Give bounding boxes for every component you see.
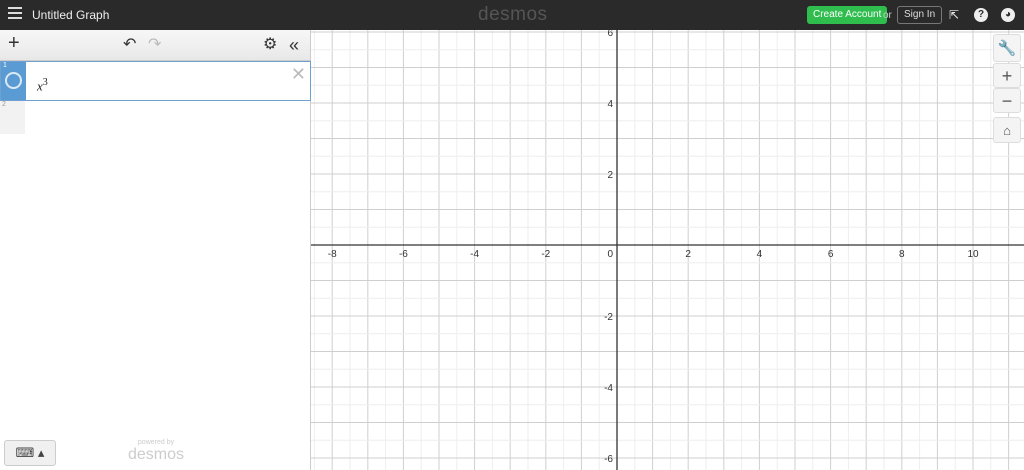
expression-tab[interactable]: 1 (1, 62, 26, 100)
expression-row[interactable]: 1 x3 ✕ (0, 61, 311, 101)
expression-toolbar: + ↶ ↷ ⚙ « (0, 30, 310, 61)
y-tick-label: -4 (604, 383, 613, 394)
create-account-button[interactable]: Create Account (807, 6, 888, 24)
undo-icon[interactable]: ↶ (123, 36, 136, 54)
home-zoom-button[interactable]: ⌂ (993, 117, 1021, 143)
zoom-out-button[interactable]: − (993, 88, 1021, 113)
graph-settings-wrench-icon[interactable]: 🔧 (993, 34, 1021, 62)
settings-gear-icon[interactable]: ⚙ (263, 36, 277, 54)
x-tick-label: 2 (685, 249, 691, 260)
x-tick-label: -2 (541, 249, 550, 260)
y-tick-label: -6 (604, 454, 613, 465)
x-tick-label: -6 (399, 249, 408, 260)
y-tick-label: 4 (607, 99, 613, 110)
powered-logo: desmos (128, 446, 185, 463)
expression-input[interactable]: x3 (37, 77, 48, 94)
graph-title[interactable]: Untitled Graph (32, 8, 109, 22)
x-tick-label: 6 (828, 249, 834, 260)
visibility-toggle-icon[interactable] (5, 72, 22, 89)
origin-label: 0 (607, 249, 613, 260)
top-bar: Untitled Graph desmos Create Account or … (0, 0, 1024, 30)
expression-panel: + ↶ ↷ ⚙ « 1 x3 ✕ 2 ⌨ ▴ powered by desmos (0, 30, 311, 470)
add-expression-icon[interactable]: + (8, 33, 20, 53)
y-tick-label: 6 (607, 30, 613, 39)
y-tick-label: -2 (604, 312, 613, 323)
x-tick-label: 10 (967, 249, 979, 260)
expression-index: 1 (3, 62, 7, 69)
keyboard-toggle-button[interactable]: ⌨ ▴ (4, 440, 56, 466)
expression-exponent: 3 (42, 77, 48, 88)
help-icon[interactable]: ? (974, 8, 988, 22)
x-tick-label: -4 (470, 249, 479, 260)
or-label: or (883, 10, 892, 21)
x-tick-label: 4 (757, 249, 763, 260)
zoom-in-button[interactable]: + (993, 63, 1021, 88)
menu-icon[interactable] (8, 7, 22, 21)
y-tick-label: 2 (607, 170, 613, 181)
delete-expression-icon[interactable]: ✕ (291, 64, 306, 85)
powered-by-label: powered by (137, 439, 175, 446)
graph-canvas[interactable]: -8 -6 -4 -2 2 4 6 8 10 6 4 2 -2 -4 -6 0 (311, 30, 1024, 470)
powered-by-desmos: powered by desmos (128, 439, 184, 464)
collapse-panel-icon[interactable]: « (289, 36, 299, 54)
globe-icon[interactable]: ◕ (1001, 8, 1015, 22)
desmos-logo: desmos (478, 4, 548, 25)
share-icon[interactable]: ⇱ (947, 8, 961, 22)
empty-expression-row[interactable]: 2 (0, 101, 25, 134)
expression-index: 2 (2, 101, 6, 108)
x-tick-label: -8 (328, 249, 337, 260)
redo-icon[interactable]: ↷ (148, 36, 161, 54)
x-tick-label: 8 (899, 249, 905, 260)
sign-in-button[interactable]: Sign In (897, 6, 943, 24)
